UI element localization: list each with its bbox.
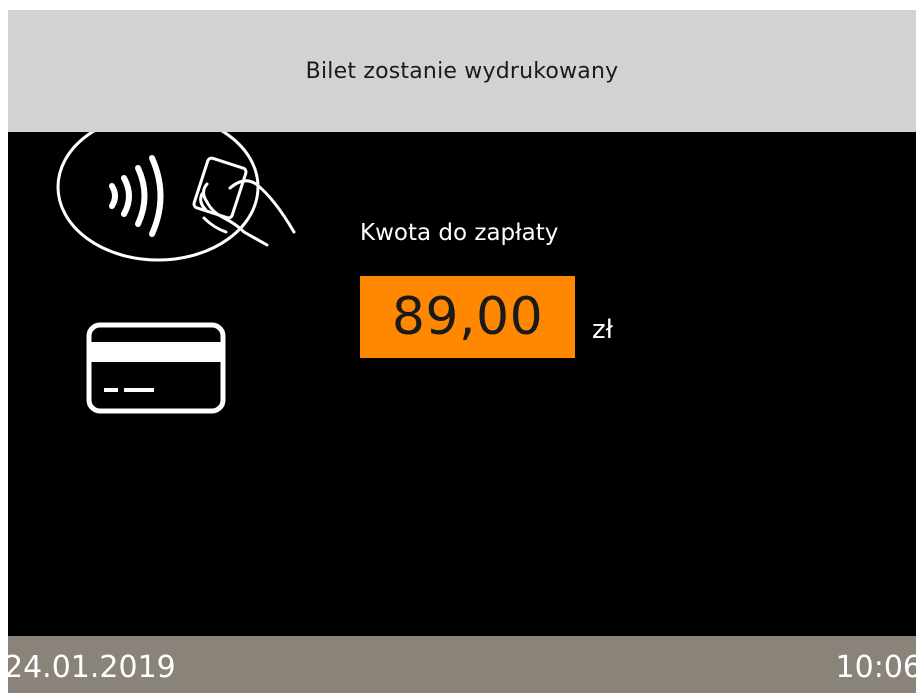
amount-label: Kwota do zapłaty (360, 220, 559, 246)
credit-card-icon (86, 322, 226, 414)
contactless-payment-icon (56, 132, 296, 262)
footer-time: 10:06 (835, 650, 916, 685)
header-bar: Bilet zostanie wydrukowany (8, 10, 916, 132)
footer-bar: 24.01.2019 10:06 (8, 636, 916, 693)
footer-date: 24.01.2019 (8, 650, 176, 685)
payment-screen: Bilet zostanie wydrukowany Kwota do zapł… (8, 10, 916, 693)
header-title: Bilet zostanie wydrukowany (305, 58, 619, 84)
currency-label: zł (592, 315, 614, 345)
amount-value: 89,00 (391, 287, 544, 347)
main-area: Kwota do zapłaty 89,00 zł (8, 132, 916, 636)
amount-box: 89,00 (360, 276, 575, 358)
